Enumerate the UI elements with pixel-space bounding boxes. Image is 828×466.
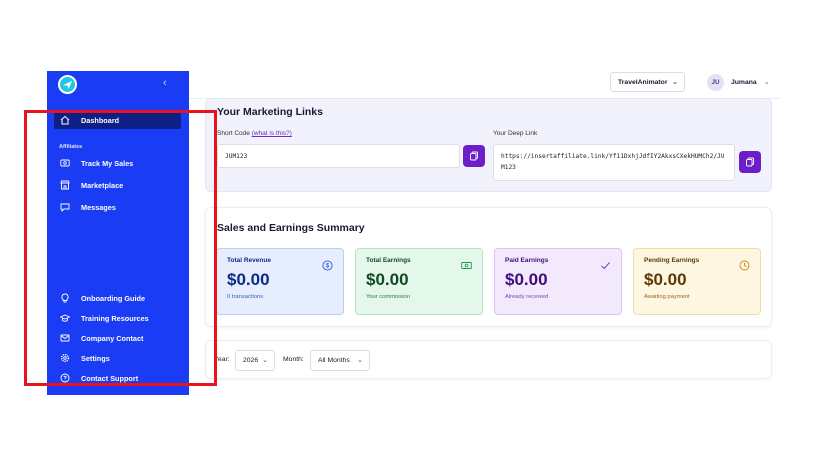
workspace-select[interactable]: TravelAnimator ⌄ bbox=[610, 72, 685, 92]
stat-pending-earnings: Pending Earnings $0.00 Awaiting payment bbox=[633, 248, 761, 315]
chevron-down-icon: ⌄ bbox=[763, 79, 770, 86]
user-menu[interactable]: JU Jumana ⌄ bbox=[707, 73, 770, 91]
airplane-icon bbox=[62, 80, 73, 90]
stat-value: $0.00 bbox=[644, 270, 687, 289]
sidebar-item-messages[interactable]: Messages bbox=[54, 198, 181, 216]
year-select[interactable]: 2026 ⌄ bbox=[235, 350, 275, 371]
sidebar-item-label: Onboarding Guide bbox=[81, 293, 146, 303]
lightbulb-icon bbox=[60, 293, 70, 303]
copy-short-code-button[interactable] bbox=[463, 145, 485, 167]
sidebar-item-track-my-sales[interactable]: Track My Sales bbox=[54, 154, 181, 172]
app-logo-icon[interactable] bbox=[58, 75, 77, 94]
avatar: JU bbox=[707, 73, 724, 91]
stat-label: Total Earnings bbox=[366, 257, 411, 264]
sidebar-item-label: Messages bbox=[81, 202, 116, 212]
stat-subtext: 0 transactions bbox=[227, 294, 264, 300]
svg-text:$: $ bbox=[326, 264, 330, 270]
check-icon bbox=[600, 258, 611, 270]
stat-total-revenue: Total Revenue $0.00 0 transactions $ bbox=[216, 248, 344, 315]
sidebar-item-label: Training Resources bbox=[81, 313, 149, 323]
sidebar-item-label: Company Contact bbox=[81, 333, 144, 343]
copy-icon bbox=[746, 157, 754, 167]
stat-value: $0.00 bbox=[227, 270, 270, 289]
chat-icon bbox=[60, 202, 70, 212]
mail-icon bbox=[60, 333, 70, 343]
year-select-value: 2026 bbox=[243, 357, 259, 364]
stat-subtext: Awaiting payment bbox=[644, 294, 690, 300]
dollar-sign-icon bbox=[60, 158, 70, 168]
stat-value: $0.00 bbox=[366, 270, 409, 289]
stat-total-earnings: Total Earnings $0.00 Your commission bbox=[355, 248, 483, 315]
short-code-input[interactable]: JUM123 bbox=[217, 144, 460, 168]
deep-link-label: Your Deep Link bbox=[493, 130, 538, 137]
chevron-down-icon: ⌄ bbox=[262, 357, 268, 364]
graduation-cap-icon bbox=[60, 313, 70, 323]
stat-label: Total Revenue bbox=[227, 257, 271, 264]
sidebar-item-label: Marketplace bbox=[81, 180, 124, 190]
stat-label: Pending Earnings bbox=[644, 257, 700, 264]
chevron-down-icon: ⌄ bbox=[357, 357, 363, 364]
stat-subtext: Already received bbox=[505, 294, 549, 300]
sidebar-item-marketplace[interactable]: Marketplace bbox=[54, 176, 181, 194]
month-select[interactable]: All Months ⌄ bbox=[310, 350, 370, 371]
dollar-circle-icon: $ bbox=[322, 258, 333, 271]
marketing-links-title: Your Marketing Links bbox=[217, 106, 323, 118]
short-code-label-text: Short Code bbox=[217, 130, 250, 137]
page: ‹ Dashboard Affiliates Track My Sales Ma… bbox=[0, 0, 828, 466]
sidebar-item-company-contact[interactable]: Company Contact bbox=[54, 329, 181, 347]
banknote-icon bbox=[461, 258, 472, 269]
stat-value: $0.00 bbox=[505, 270, 548, 289]
help-circle-icon bbox=[60, 373, 70, 383]
sidebar-item-label: Settings bbox=[81, 353, 110, 363]
stat-label: Paid Earnings bbox=[505, 257, 549, 264]
collapse-sidebar-icon[interactable]: ‹ bbox=[163, 77, 167, 89]
stat-paid-earnings: Paid Earnings $0.00 Already received bbox=[494, 248, 622, 315]
gear-icon bbox=[60, 353, 70, 363]
copy-icon bbox=[470, 151, 478, 161]
sidebar-item-training-resources[interactable]: Training Resources bbox=[54, 309, 181, 327]
sidebar-item-label: Dashboard bbox=[81, 115, 120, 125]
short-code-label: Short Code (what is this?) bbox=[217, 130, 292, 137]
clock-icon bbox=[739, 258, 750, 271]
earnings-summary-card: Sales and Earnings Summary Total Revenue… bbox=[205, 207, 772, 327]
sidebar-item-settings[interactable]: Settings bbox=[54, 349, 181, 367]
sidebar: ‹ Dashboard Affiliates Track My Sales Ma… bbox=[47, 71, 189, 395]
home-icon bbox=[60, 115, 70, 125]
deep-link-input[interactable]: https://insertaffiliate.link/Yf11DxhjJdf… bbox=[493, 144, 735, 181]
sidebar-item-onboarding-guide[interactable]: Onboarding Guide bbox=[54, 289, 181, 307]
workspace-select-value: TravelAnimator bbox=[618, 78, 668, 86]
sidebar-section-label: Affiliates bbox=[59, 144, 83, 150]
copy-deep-link-button[interactable] bbox=[739, 151, 761, 173]
month-select-value: All Months bbox=[318, 357, 350, 364]
user-name: Jumana bbox=[731, 78, 757, 86]
earnings-summary-title: Sales and Earnings Summary bbox=[217, 222, 365, 234]
filter-bar: Year: 2026 ⌄ Month: All Months ⌄ bbox=[205, 340, 772, 379]
stat-subtext: Your commission bbox=[366, 294, 410, 300]
sidebar-item-label: Track My Sales bbox=[81, 158, 134, 168]
what-is-this-link[interactable]: (what is this?) bbox=[252, 130, 292, 137]
year-label: Year: bbox=[214, 356, 230, 363]
sidebar-item-dashboard[interactable]: Dashboard bbox=[54, 111, 181, 129]
month-label: Month: bbox=[283, 356, 304, 363]
store-icon bbox=[60, 180, 70, 190]
sidebar-item-label: Contact Support bbox=[81, 373, 139, 383]
marketing-links-card: Your Marketing Links Short Code (what is… bbox=[205, 98, 772, 192]
sidebar-item-contact-support[interactable]: Contact Support bbox=[54, 369, 181, 387]
chevron-down-icon: ⌄ bbox=[672, 79, 678, 86]
